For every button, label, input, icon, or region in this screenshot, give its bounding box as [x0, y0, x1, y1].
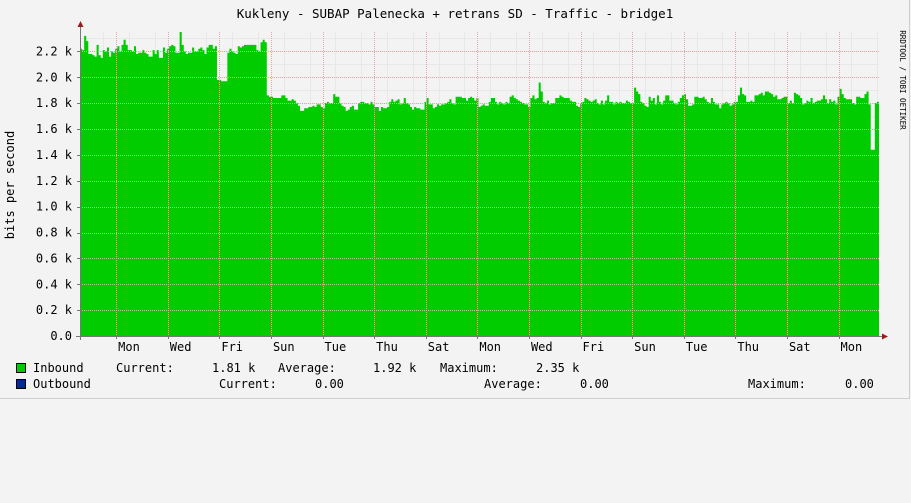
legend-outbound: Outbound Current: 0.00 Average: 0.00 Max… — [16, 377, 874, 391]
inbound-maximum-label: Maximum: — [440, 361, 498, 375]
x-tick-label: Thu — [376, 340, 398, 354]
outbound-maximum-label: Maximum: — [748, 377, 806, 391]
outbound-average-value: 0.00 — [580, 377, 609, 391]
watermark: RRDTOOL / TOBI OETIKER — [898, 30, 907, 130]
y-axis-label: bits per second — [3, 131, 17, 239]
legend-inbound: Inbound Current: 1.81 k Average: 1.92 k … — [16, 361, 579, 375]
x-tick-label: Sun — [634, 340, 656, 354]
x-tick-label: Fri — [221, 340, 243, 354]
y-tick-label: 0.2 k — [36, 303, 73, 317]
outbound-label: Outbound — [33, 377, 91, 391]
y-tick-label: 0.4 k — [36, 277, 73, 291]
y-tick-label: 0.6 k — [36, 251, 73, 265]
outbound-current-value: 0.00 — [315, 377, 344, 391]
outbound-average-label: Average: — [484, 377, 542, 391]
x-tick-label: Mon — [479, 340, 501, 354]
x-tick-label: Tue — [686, 340, 708, 354]
x-tick-label: Mon — [841, 340, 863, 354]
x-tick-label: Sun — [273, 340, 295, 354]
outbound-swatch — [16, 379, 26, 389]
inbound-maximum-value: 2.35 k — [536, 361, 580, 375]
x-tick-label: Sat — [428, 340, 450, 354]
plot-area: 0.0 0.2 k 0.4 k 0.6 k 0.8 k 1.0 k 1.2 k 1.4 k 1.… — [36, 21, 888, 354]
inbound-average-value: 1.92 k — [373, 361, 417, 375]
inbound-label: Inbound — [33, 361, 84, 375]
y-tick-label: 2.0 k — [36, 70, 73, 84]
y-tick-label: 0.8 k — [36, 226, 73, 240]
y-tick-label: 1.0 k — [36, 200, 73, 214]
inbound-swatch — [16, 363, 26, 373]
x-tick-label: Fri — [583, 340, 605, 354]
y-axis-arrow — [77, 21, 84, 27]
y-tick-label: 1.2 k — [36, 174, 73, 188]
outbound-maximum-value: 0.00 — [845, 377, 874, 391]
y-tick-label: 2.2 k — [36, 44, 73, 58]
x-tick-label: Tue — [325, 340, 347, 354]
outbound-current-label: Current: — [219, 377, 277, 391]
x-tick-label: Wed — [170, 340, 192, 354]
x-axis-arrow — [882, 333, 888, 340]
inbound-average-label: Average: — [278, 361, 336, 375]
inbound-current-label: Current: — [116, 361, 174, 375]
chart-title: Kukleny - SUBAP Palenecka + retrans SD -… — [237, 6, 674, 21]
x-tick-label: Sat — [789, 340, 811, 354]
y-tick-label: 1.4 k — [36, 148, 73, 162]
x-tick-label: Mon — [118, 340, 140, 354]
y-tick-label: 1.6 k — [36, 122, 73, 136]
traffic-chart: Kukleny - SUBAP Palenecka + retrans SD -… — [3, 6, 907, 354]
x-tick-label: Wed — [531, 340, 553, 354]
x-tick-label: Thu — [737, 340, 759, 354]
y-tick-label: 1.8 k — [36, 96, 73, 110]
inbound-current-value: 1.81 k — [212, 361, 256, 375]
y-tick-label: 0.0 — [50, 329, 72, 343]
